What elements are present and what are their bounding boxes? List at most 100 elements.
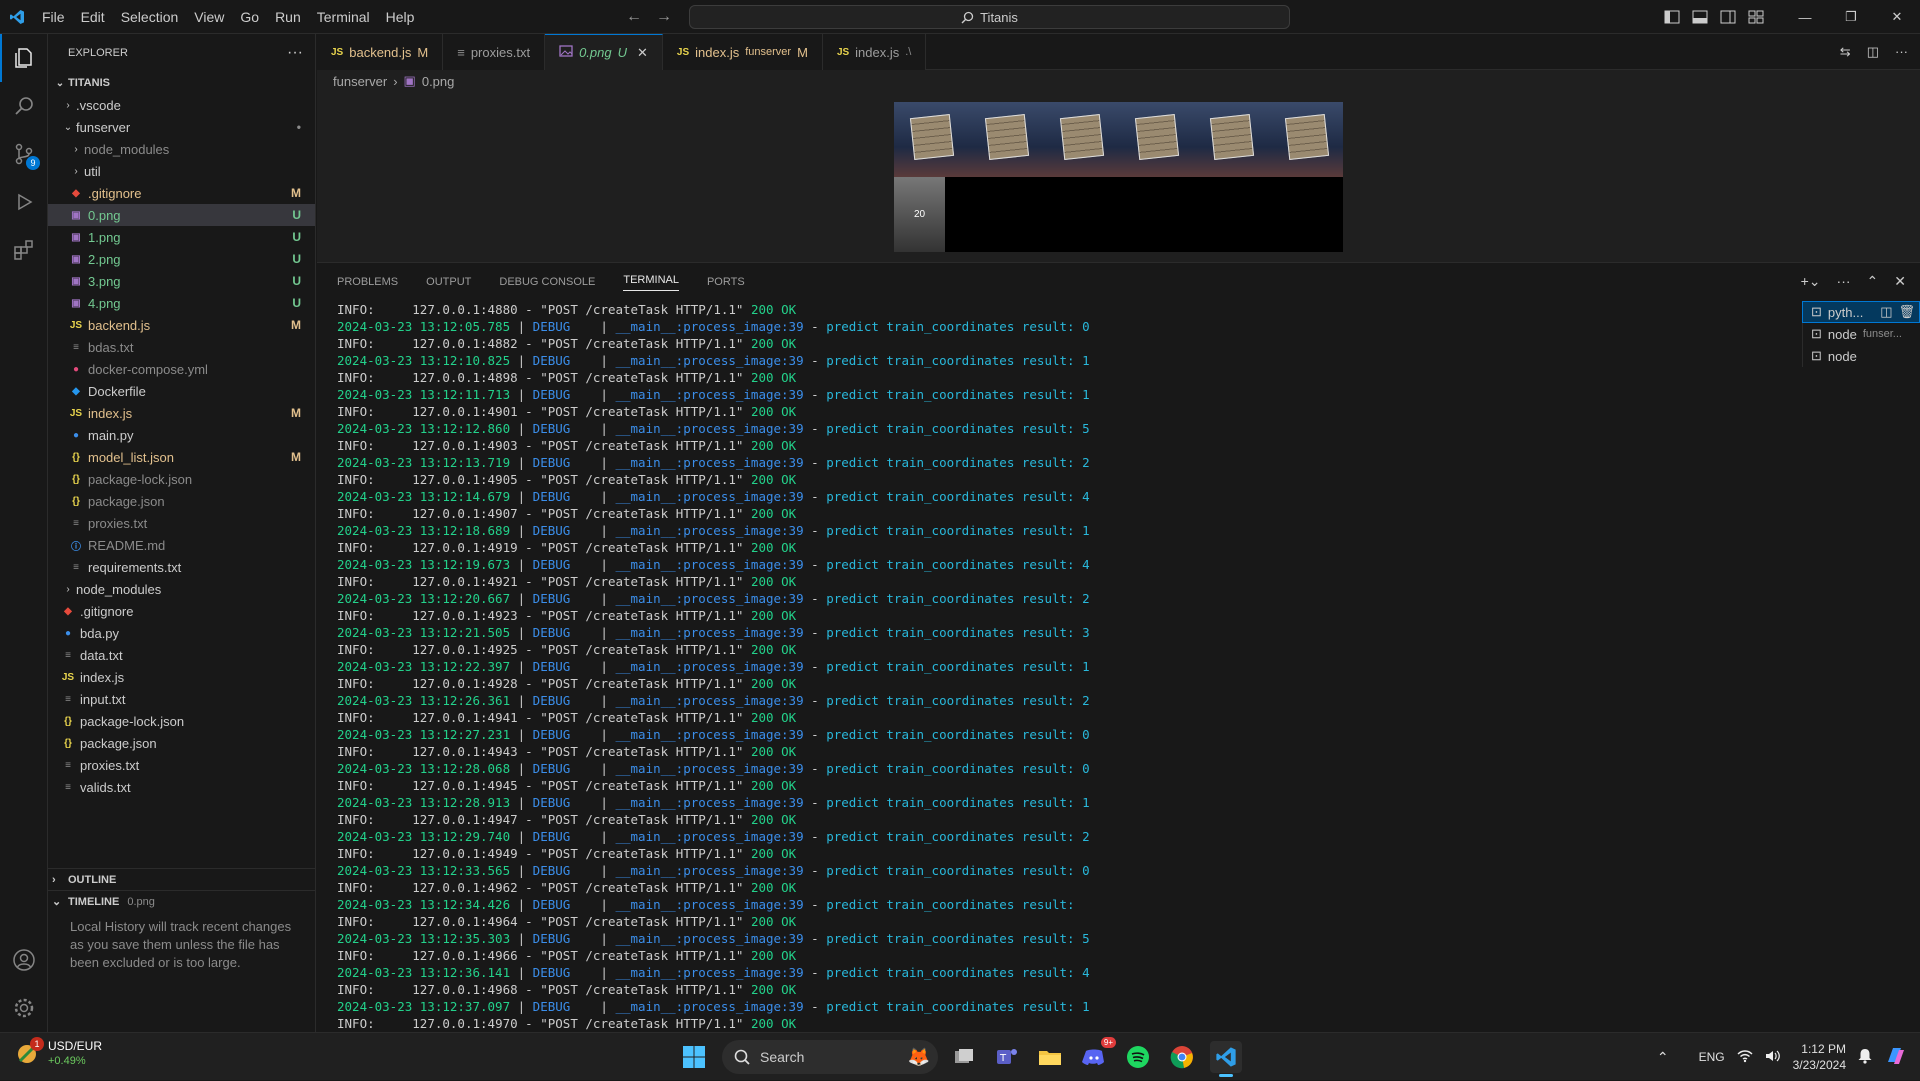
tree-item[interactable]: ▣ 1.png U — [48, 226, 315, 248]
panel-more-icon[interactable]: ··· — [1837, 273, 1851, 290]
manage-gear-icon[interactable] — [0, 984, 48, 1032]
clock[interactable]: 1:12 PM 3/23/2024 — [1793, 1041, 1846, 1073]
close-window-icon[interactable]: ✕ — [1874, 0, 1920, 34]
command-center[interactable]: Titanis — [689, 5, 1290, 29]
notifications-bell-icon[interactable] — [1858, 1048, 1872, 1067]
tree-item[interactable]: ≡ proxies.txt — [48, 512, 315, 534]
menu-file[interactable]: File — [34, 0, 73, 34]
terminal-output[interactable]: INFO: 127.0.0.1: 4880 - "POST /createTask… — [337, 301, 1807, 1031]
show-hidden-icons-icon[interactable]: ⌃ — [1657, 1049, 1669, 1066]
customize-layout-icon[interactable] — [1742, 0, 1770, 34]
tab-problems[interactable]: PROBLEMS — [337, 276, 398, 288]
tab-debug-console[interactable]: DEBUG CONSOLE — [499, 276, 595, 288]
menu-view[interactable]: View — [186, 0, 232, 34]
tree-item[interactable]: JS index.js M — [48, 402, 315, 424]
tree-item[interactable]: ≡ valids.txt — [48, 776, 315, 798]
menu-go[interactable]: Go — [232, 0, 267, 34]
volume-icon[interactable] — [1765, 1049, 1781, 1066]
extensions-icon[interactable] — [0, 226, 48, 274]
language-indicator[interactable]: ENG — [1699, 1050, 1725, 1064]
teams-icon[interactable]: T — [991, 1041, 1023, 1073]
toggle-panel-icon[interactable] — [1686, 0, 1714, 34]
taskbar-search[interactable]: Search 🦊 — [722, 1040, 938, 1074]
timeline-section[interactable]: ⌄ TIMELINE 0.png — [48, 890, 316, 912]
account-icon[interactable] — [0, 936, 48, 984]
tab-proxies-txt[interactable]: ≡ proxies.txt — [443, 34, 546, 70]
maximize-panel-icon[interactable]: ⌃ — [1867, 273, 1879, 290]
task-view-icon[interactable] — [948, 1041, 980, 1073]
tree-item[interactable]: ◆ .gitignore — [48, 600, 315, 622]
tree-item[interactable]: › node_modules — [48, 578, 315, 600]
tree-item[interactable]: ● bda.py — [48, 622, 315, 644]
file-explorer-icon[interactable] — [1034, 1041, 1066, 1073]
tree-item[interactable]: {} package.json — [48, 732, 315, 754]
vscode-taskbar-icon[interactable] — [1210, 1041, 1242, 1077]
tree-item[interactable]: ● docker-compose.yml — [48, 358, 315, 380]
tree-item[interactable]: ⌄ funserver • — [48, 116, 315, 138]
tree-item[interactable]: ◆ Dockerfile — [48, 380, 315, 402]
more-actions-icon[interactable]: ··· — [287, 44, 303, 62]
menu-edit[interactable]: Edit — [73, 0, 113, 34]
tree-item[interactable]: › .vscode — [48, 94, 315, 116]
trash-icon[interactable]: 🗑 — [1898, 304, 1915, 320]
back-arrow-icon[interactable]: ← — [626, 8, 642, 26]
tab-backend-js[interactable]: JS backend.js M — [317, 34, 444, 70]
tree-item[interactable]: ⓘ README.md — [48, 534, 315, 556]
tab-output[interactable]: OUTPUT — [426, 276, 471, 288]
open-changes-icon[interactable]: ⇆ — [1840, 44, 1851, 60]
tab-index-js-root[interactable]: JS index.js .\ — [822, 34, 927, 70]
tab-ports[interactable]: PORTS — [707, 276, 745, 288]
tree-item[interactable]: › util — [48, 160, 315, 182]
tab-terminal[interactable]: TERMINAL — [623, 274, 679, 291]
menu-help[interactable]: Help — [378, 0, 423, 34]
toggle-primary-sidebar-icon[interactable] — [1658, 0, 1686, 34]
breadcrumb-folder[interactable]: funserver — [333, 74, 387, 89]
tree-item[interactable]: ▣ 0.png U — [48, 204, 315, 226]
tree-item[interactable]: › node_modules — [48, 138, 315, 160]
tree-item[interactable]: JS backend.js M — [48, 314, 315, 336]
tree-item[interactable]: JS index.js — [48, 666, 315, 688]
split-editor-icon[interactable]: ◫ — [1867, 44, 1879, 60]
tree-item[interactable]: ● main.py — [48, 424, 315, 446]
tree-item[interactable]: {} package-lock.json — [48, 710, 315, 732]
tree-item[interactable]: ≡ requirements.txt — [48, 556, 315, 578]
close-tab-icon[interactable]: ✕ — [637, 45, 648, 61]
tab-0-png[interactable]: 0.png U ✕ — [545, 34, 663, 70]
tree-item[interactable]: {} package.json — [48, 490, 315, 512]
tree-item[interactable]: {} package-lock.json — [48, 468, 315, 490]
menu-run[interactable]: Run — [267, 0, 309, 34]
breadcrumb-file[interactable]: 0.png — [422, 74, 455, 89]
source-control-icon[interactable]: 9 — [0, 130, 48, 178]
workspace-root[interactable]: ⌄ TITANIS — [48, 72, 315, 94]
tab-index-js-funserver[interactable]: JS index.js funserver M — [662, 34, 823, 70]
split-terminal-icon[interactable]: ◫ — [1880, 304, 1892, 320]
tree-item[interactable]: ▣ 4.png U — [48, 292, 315, 314]
menu-terminal[interactable]: Terminal — [309, 0, 378, 34]
editor-more-icon[interactable]: ··· — [1895, 44, 1908, 59]
copilot-icon[interactable] — [1884, 1044, 1908, 1071]
toggle-secondary-sidebar-icon[interactable] — [1714, 0, 1742, 34]
tree-item[interactable]: {} model_list.json M — [48, 446, 315, 468]
windows-start-icon[interactable] — [678, 1041, 710, 1073]
close-panel-icon[interactable]: ✕ — [1894, 273, 1906, 290]
spotify-icon[interactable] — [1122, 1041, 1154, 1073]
weather-widget[interactable]: 1 USD/EUR +0.49% — [14, 1037, 102, 1069]
terminal-item-node[interactable]: ⊡ node — [1802, 345, 1920, 367]
minimize-icon[interactable]: — — [1782, 0, 1828, 34]
restore-icon[interactable]: ❐ — [1828, 0, 1874, 34]
forward-arrow-icon[interactable]: → — [656, 8, 672, 26]
wifi-icon[interactable] — [1737, 1049, 1753, 1066]
tree-item[interactable]: ≡ input.txt — [48, 688, 315, 710]
tree-item[interactable]: ◆ .gitignore M — [48, 182, 315, 204]
outline-section[interactable]: › OUTLINE — [48, 868, 316, 890]
new-terminal-icon[interactable]: +⌄ — [1801, 273, 1821, 290]
run-debug-icon[interactable] — [0, 178, 48, 226]
discord-icon[interactable]: 9+ — [1078, 1037, 1116, 1073]
terminal-item-node-funserver[interactable]: ⊡ node funser... — [1802, 323, 1920, 345]
tree-item[interactable]: ≡ data.txt — [48, 644, 315, 666]
tree-item[interactable]: ≡ proxies.txt — [48, 754, 315, 776]
search-view-icon[interactable] — [0, 82, 48, 130]
tree-item[interactable]: ▣ 3.png U — [48, 270, 315, 292]
tree-item[interactable]: ▣ 2.png U — [48, 248, 315, 270]
terminal-item-python[interactable]: ⊡ pyth... ◫ 🗑 — [1802, 301, 1920, 323]
